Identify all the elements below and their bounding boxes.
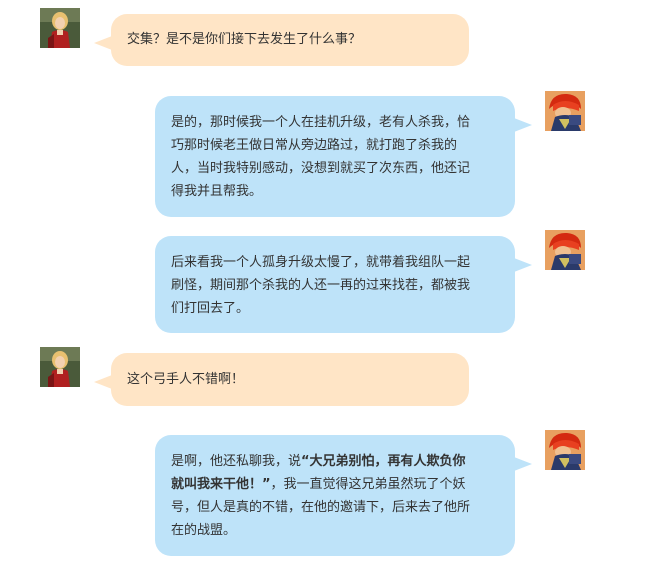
message-line: 是的，那时候我一个人在挂机升级，老有人杀我，恰 (171, 115, 471, 130)
bubble-tail (514, 118, 532, 132)
message-line: 后来看我一个人孤身升级太慢了，就带着我组队一起 (171, 255, 471, 270)
red-hair-warrior-avatar (545, 230, 585, 270)
message-text: 这个弓手人不错啊！ (127, 372, 245, 387)
message-text: 交集？是不是你们接下去发生了什么事？ (127, 32, 362, 47)
message-bubble-incoming: 这个弓手人不错啊！ (94, 353, 469, 406)
message-line: 在的战盟。 (171, 523, 237, 538)
bubble-tail (94, 36, 112, 50)
message-line: 巧那时候老王做日常从旁边路过，就打跑了杀我的 (171, 138, 458, 153)
archer-avatar (40, 347, 80, 387)
message-line: 人，当时我特别感动，没想到就买了次东西，他还记 (171, 161, 471, 176)
message-bubble-outgoing: 后来看我一个人孤身升级太慢了，就带着我组队一起 刷怪，期间那个杀我的人还一再的过… (155, 236, 532, 333)
message-bubble-incoming: 交集？是不是你们接下去发生了什么事？ (94, 14, 469, 66)
message-suffix: ，我一直觉得这兄弟虽然玩了个妖 (270, 477, 466, 492)
message-line: 是啊，他还私聊我，说“大兄弟别怕，再有人欺负你 (171, 450, 501, 473)
message-line: 刷怪，期间那个杀我的人还一再的过来找茬，都被我 (171, 278, 471, 293)
message-line: 就叫我来干他！”，我一直觉得这兄弟虽然玩了个妖 (171, 473, 501, 496)
message-prefix: 是啊，他还私聊我，说 (171, 454, 302, 469)
quote-emphasis: 就叫我来干他！” (171, 477, 271, 492)
archer-avatar (40, 8, 80, 48)
message-line: 们打回去了。 (171, 301, 250, 316)
message-bubble-outgoing: 是的，那时候我一个人在挂机升级，老有人杀我，恰 巧那时候老王做日常从旁边路过，就… (155, 96, 532, 217)
message-line: 号，但人是真的不错，在他的邀请下，后来去了他所 (171, 500, 471, 515)
chat-transcript: 交集？是不是你们接下去发生了什么事？ 是的，那时候我一个人在挂机升级，老有人杀我… (0, 0, 646, 565)
bubble-tail (94, 375, 112, 389)
message-line: 得我并且帮我。 (171, 184, 263, 199)
bubble-tail (514, 457, 532, 471)
bubble-tail (514, 258, 532, 272)
red-hair-warrior-avatar (545, 91, 585, 131)
red-hair-warrior-avatar (545, 430, 585, 470)
quote-emphasis: “大兄弟别怕，再有人欺负你 (301, 454, 466, 469)
message-bubble-outgoing: 是啊，他还私聊我，说“大兄弟别怕，再有人欺负你 就叫我来干他！”，我一直觉得这兄… (155, 435, 532, 556)
